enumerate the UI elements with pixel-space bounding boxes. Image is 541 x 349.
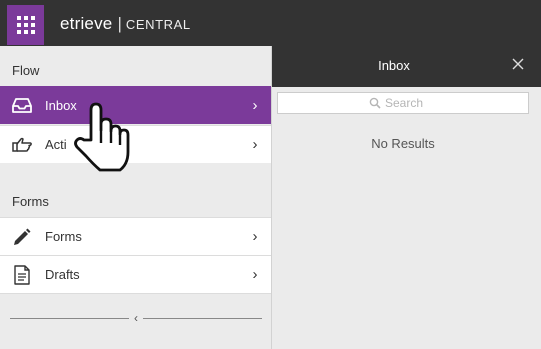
chevron-right-icon: › [252,96,258,114]
panel-header: Inbox [272,46,541,87]
sidebar: Flow Inbox › Acti › Forms Forms › Drafts… [0,46,272,349]
divider [10,317,129,319]
search-input[interactable] [385,96,437,110]
chevron-right-icon: › [252,266,258,283]
pointing-hand-icon [11,134,33,156]
sidebar-item-forms[interactable]: Forms › [0,217,271,255]
section-heading-flow: Flow [12,63,40,78]
inbox-tray-icon [11,94,33,116]
inbox-panel: Inbox No Results [272,46,541,349]
divider [0,293,271,294]
chevron-left-icon: ‹ [134,311,138,325]
top-bar: etrieve | CENTRAL [0,0,541,46]
brand-divider: | [117,14,122,33]
panel-title: Inbox [378,58,410,73]
search-field[interactable] [277,92,529,114]
brand-product: CENTRAL [125,17,191,32]
sidebar-item-activity[interactable]: Acti › [0,125,271,163]
chevron-right-icon: › [252,136,258,153]
brand-logo: etrieve | CENTRAL [60,14,191,34]
sidebar-item-inbox[interactable]: Inbox › [0,86,271,124]
sidebar-item-drafts[interactable]: Drafts › [0,255,271,293]
chevron-right-icon: › [252,228,258,245]
brand-name: etrieve [60,14,113,33]
sidebar-item-label: Forms [45,229,82,244]
document-icon [11,264,33,286]
search-icon [369,97,381,109]
sidebar-item-label: Drafts [45,267,80,282]
divider [143,317,262,319]
collapse-sidebar-handle[interactable]: ‹ [10,312,262,324]
app-launcher-button[interactable] [7,5,44,45]
empty-state-text: No Results [371,136,435,151]
section-heading-forms: Forms [12,194,49,209]
close-icon[interactable] [509,55,527,73]
hand-pointer-icon [72,100,132,176]
pencil-icon [11,226,33,248]
app-grid-icon [16,16,35,34]
